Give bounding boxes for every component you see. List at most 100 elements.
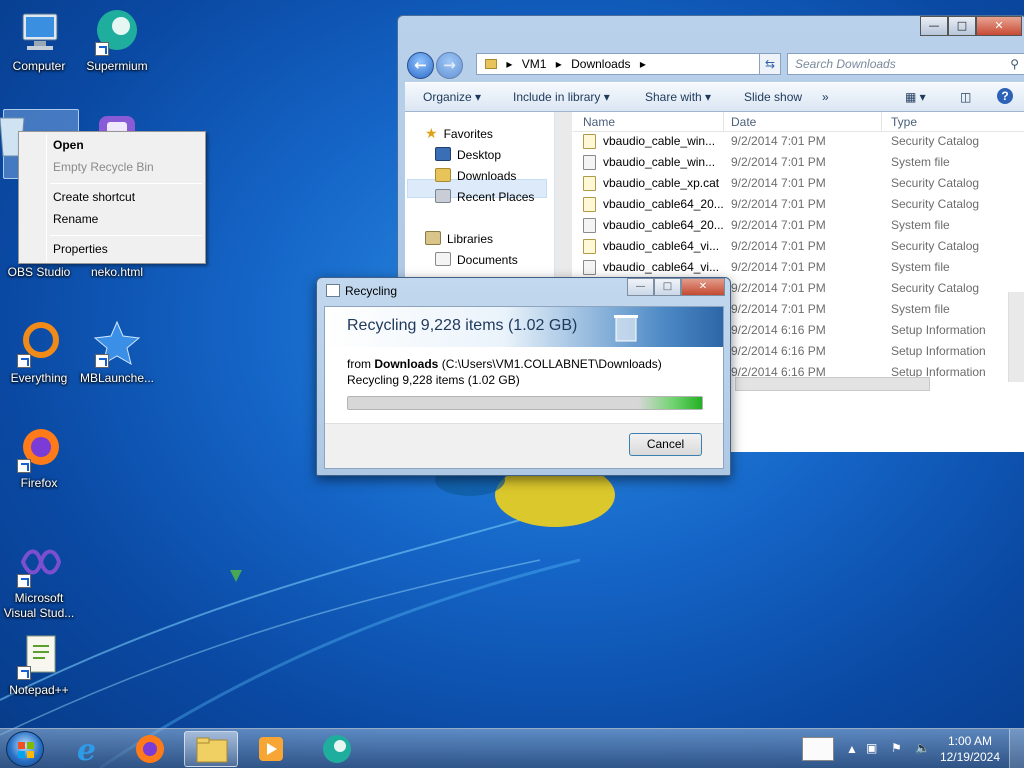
file-date: 9/2/2014 7:01 PM xyxy=(731,134,826,148)
context-menu: Open Empty Recycle Bin Create shortcut R… xyxy=(18,131,206,264)
menu-item-open[interactable]: Open xyxy=(53,138,84,152)
network-icon[interactable]: ▣ xyxy=(866,741,877,755)
taskbar-firefox[interactable] xyxy=(123,731,177,767)
desktop-icon-notepad-plus-plus[interactable]: Notepad++ xyxy=(0,632,81,698)
supermium-icon xyxy=(323,735,351,763)
recycling-dialog[interactable]: Recycling — □ ✕ Recycling 9,228 items (1… xyxy=(316,277,731,476)
shortcut-arrow-icon xyxy=(95,354,109,368)
taskbar-internet-explorer[interactable]: e xyxy=(63,731,117,768)
column-header-name[interactable]: Name xyxy=(583,115,615,129)
column-header-date[interactable]: Date xyxy=(731,115,756,129)
file-type: Security Catalog xyxy=(891,239,980,253)
file-row[interactable]: vbaudio_cable64_vi... 9/2/2014 7:01 PM Sec… xyxy=(573,236,1005,257)
dialog-title: Recycling xyxy=(345,284,398,298)
file-row[interactable]: vbaudio_cable_xp.cat 9/2/2014 7:01 PM Secu… xyxy=(573,173,1005,194)
address-separator-icon: ▸ xyxy=(506,57,513,71)
file-row[interactable]: vbaudio_cable_win... 9/2/2014 7:01 PM Syst… xyxy=(573,152,1005,173)
search-input[interactable]: Search Downloads ⚲ xyxy=(787,53,1024,75)
include-in-library-button[interactable]: Include in library ▾ xyxy=(513,90,610,104)
file-date: 9/2/2014 7:01 PM xyxy=(731,260,826,274)
horizontal-scrollbar[interactable] xyxy=(735,377,930,391)
progress-bar xyxy=(347,396,703,410)
desktop-icon-everything[interactable]: Everything xyxy=(0,320,81,386)
view-options-icon[interactable]: ▦ ▾ xyxy=(905,90,926,104)
svg-text:e: e xyxy=(77,733,96,767)
taskbar-windows-explorer[interactable] xyxy=(184,731,238,767)
tablet-input-icon[interactable] xyxy=(802,737,834,761)
address-bar[interactable]: ▸ VM1 ▸ Downloads ▸ ▾ xyxy=(476,53,780,75)
preview-pane-icon[interactable]: ◫ xyxy=(960,90,971,104)
security-catalog-icon xyxy=(583,239,596,254)
maximize-button[interactable]: □ xyxy=(948,16,976,36)
file-date: 9/2/2014 7:01 PM xyxy=(731,197,826,211)
taskbar-supermium[interactable] xyxy=(310,731,364,767)
volume-muted-icon[interactable]: 🔈 xyxy=(915,741,930,755)
nav-item-favorites[interactable]: ★ Favorites xyxy=(425,125,493,142)
slide-show-button[interactable]: Slide show xyxy=(744,90,802,104)
system-clock[interactable]: 1:00 AM 12/19/2024 xyxy=(940,733,1000,765)
file-type: System file xyxy=(891,218,950,232)
start-button[interactable] xyxy=(6,731,44,767)
file-type: Security Catalog xyxy=(891,281,980,295)
minimize-button[interactable]: — xyxy=(920,16,948,36)
file-type: Security Catalog xyxy=(891,134,980,148)
dialog-close-button[interactable]: ✕ xyxy=(681,278,725,296)
forward-button[interactable]: → xyxy=(436,52,463,79)
file-name: vbaudio_cable_win... xyxy=(603,134,716,148)
organize-button[interactable]: Organize ▾ xyxy=(423,90,481,104)
share-with-button[interactable]: Share with ▾ xyxy=(645,90,711,104)
file-name: vbaudio_cable_xp.cat xyxy=(603,176,720,190)
nav-item-desktop[interactable]: Desktop xyxy=(435,147,501,162)
nav-item-documents[interactable]: Documents xyxy=(435,252,518,267)
recycle-bin-icon xyxy=(614,315,638,342)
show-hidden-icons-icon[interactable]: ▲ xyxy=(846,742,858,756)
menu-item-empty-recycle-bin[interactable]: Empty Recycle Bin xyxy=(53,160,154,174)
nav-item-downloads[interactable]: Downloads xyxy=(435,168,516,183)
address-separator-icon: ▸ xyxy=(639,57,646,71)
desktop-icon-mblauncher[interactable]: MBLaunche... xyxy=(75,320,159,386)
window-controls: — □ ✕ xyxy=(920,16,1022,36)
column-header-type[interactable]: Type xyxy=(891,115,917,129)
file-name: vbaudio_cable64_vi... xyxy=(603,239,720,253)
file-row[interactable]: vbaudio_cable64_20... 9/2/2014 7:01 PM Sys… xyxy=(573,215,1005,236)
cancel-button[interactable]: Cancel xyxy=(629,433,702,456)
desktop-icon-visual-studio[interactable]: Microsoft Visual Stud... xyxy=(0,540,81,621)
address-segment-vm1[interactable]: VM1 xyxy=(522,57,547,71)
desktop-icon-obs-studio[interactable]: OBS Studio xyxy=(0,265,81,280)
desktop-icon-supermium[interactable]: Supermium xyxy=(75,8,159,74)
file-row[interactable]: vbaudio_cable_win... 9/2/2014 7:01 PM Secu… xyxy=(573,131,1005,152)
dialog-minimize-button[interactable]: — xyxy=(627,278,654,296)
file-type: Setup Information xyxy=(891,344,986,358)
more-button[interactable]: » xyxy=(822,90,829,104)
menu-item-rename[interactable]: Rename xyxy=(53,212,98,226)
firefox-icon xyxy=(15,425,63,473)
desktop-icon-computer[interactable]: Computer xyxy=(0,8,81,74)
desktop-icon-firefox[interactable]: Firefox xyxy=(0,425,81,491)
dialog-maximize-button[interactable]: □ xyxy=(654,278,681,296)
file-date: 9/2/2014 6:16 PM xyxy=(731,323,826,337)
everything-icon xyxy=(15,320,63,368)
folder-icon xyxy=(485,59,497,69)
file-row[interactable]: vbaudio_cable64_20... 9/2/2014 7:01 PM Sec… xyxy=(573,194,1005,215)
close-button[interactable]: ✕ xyxy=(976,16,1022,36)
desktop-icon-neko-html[interactable]: neko.html xyxy=(75,265,159,280)
nav-pane-scrollbar[interactable] xyxy=(555,112,572,287)
system-file-icon xyxy=(583,155,596,170)
show-desktop-button[interactable] xyxy=(1009,729,1024,768)
taskbar-media-player[interactable] xyxy=(244,731,298,767)
file-list-scrollbar[interactable] xyxy=(1008,292,1024,382)
progress-fill xyxy=(348,397,702,409)
back-button[interactable]: ← xyxy=(407,52,434,79)
taskbar: e ▲ ▣ ⚑ 🔈 1:00 AM 12/19/2024 xyxy=(0,728,1024,768)
nav-item-libraries[interactable]: Libraries xyxy=(425,231,493,246)
nav-item-recent-places[interactable]: Recent Places xyxy=(435,189,534,204)
menu-item-properties[interactable]: Properties xyxy=(53,242,108,256)
file-row[interactable]: vbaudio_cable64_vi... 9/2/2014 7:01 PM Sys… xyxy=(573,257,1005,278)
help-icon[interactable]: ? xyxy=(997,88,1013,104)
action-center-flag-icon[interactable]: ⚑ xyxy=(891,741,902,755)
star-icon: ★ xyxy=(425,125,438,141)
address-segment-downloads[interactable]: Downloads xyxy=(571,57,630,71)
refresh-button[interactable]: ⇆ xyxy=(759,53,781,75)
file-date: 9/2/2014 6:16 PM xyxy=(731,344,826,358)
menu-item-create-shortcut[interactable]: Create shortcut xyxy=(53,190,135,204)
